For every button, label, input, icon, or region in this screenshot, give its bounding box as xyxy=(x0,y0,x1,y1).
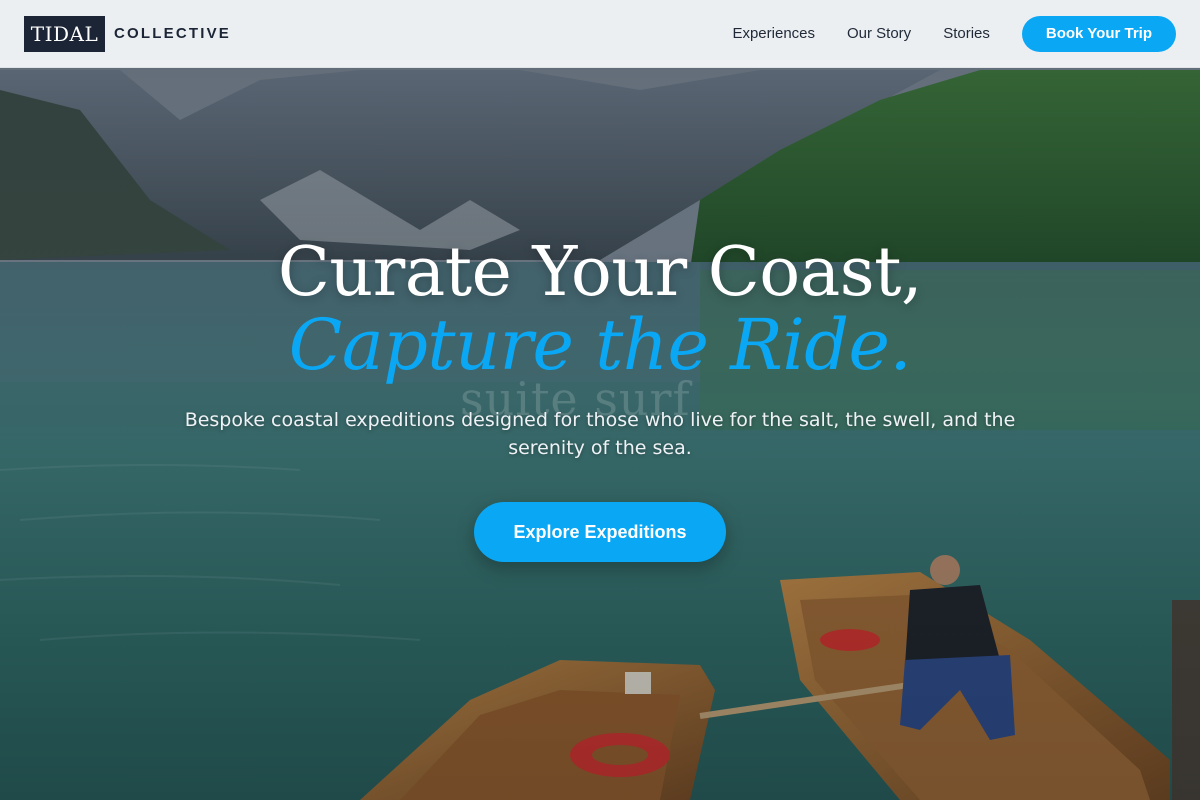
logo-wordmark: COLLECTIVE xyxy=(114,25,232,42)
logo-mark: TIDAL xyxy=(24,15,105,52)
logo[interactable]: TIDAL COLLECTIVE xyxy=(24,15,232,52)
nav-link-stories[interactable]: Stories xyxy=(943,25,990,42)
main-nav: Experiences Our Story Stories Book Your … xyxy=(732,15,1176,52)
hero-headline: Curate Your Coast, xyxy=(277,233,923,312)
nav-link-experiences[interactable]: Experiences xyxy=(732,25,815,42)
hero-subtitle: Bespoke coastal expeditions designed for… xyxy=(184,409,1016,459)
book-your-trip-button[interactable]: Book Your Trip xyxy=(1021,15,1176,52)
hero-headline-accent: Capture the Ride. xyxy=(288,304,912,386)
nav-link-our-story[interactable]: Our Story xyxy=(847,25,911,42)
site-header: TIDAL COLLECTIVE Experiences Our Story S… xyxy=(0,0,1200,68)
explore-expeditions-button[interactable]: Explore Expeditions xyxy=(474,502,726,562)
page: TIDAL COLLECTIVE Experiences Our Story S… xyxy=(0,0,1200,800)
hero-section: Curate Your Coast, Capture the Ride. Bes… xyxy=(0,236,1200,562)
